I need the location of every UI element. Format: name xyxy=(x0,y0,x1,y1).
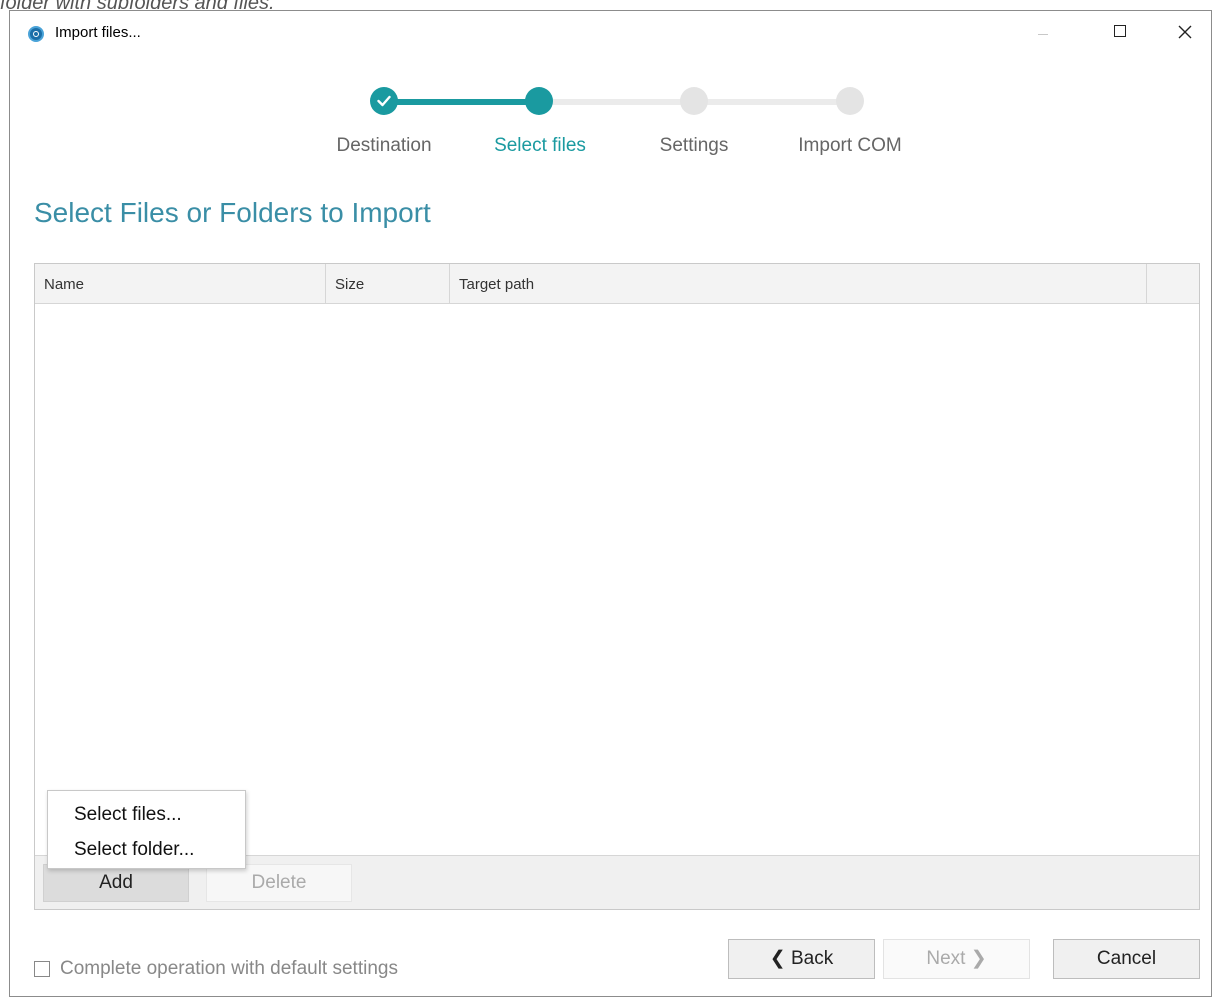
title-bar: Import files... xyxy=(10,11,1211,57)
app-logo-icon xyxy=(28,26,44,42)
step-settings-label: Settings xyxy=(659,135,729,156)
menu-item-select-folder[interactable]: Select folder... xyxy=(74,839,194,861)
default-settings-label[interactable]: Complete operation with default settings xyxy=(60,958,398,980)
column-header-name[interactable]: Name xyxy=(35,264,326,303)
delete-button[interactable]: Delete xyxy=(206,864,352,902)
back-label: Back xyxy=(790,948,834,969)
table-header: Name Size Target path xyxy=(35,264,1199,304)
step-select-files-dot xyxy=(525,87,553,115)
cancel-button[interactable]: Cancel xyxy=(1053,939,1200,979)
add-dropdown-menu: Select files... Select folder... xyxy=(47,790,246,869)
step-import-com-dot xyxy=(836,87,864,115)
next-button[interactable]: Next ❯ xyxy=(883,939,1030,979)
chevron-left-icon: ❮ xyxy=(769,948,791,969)
progress-line-complete xyxy=(390,99,540,105)
column-header-extra[interactable] xyxy=(1147,264,1200,303)
column-name-label: Name xyxy=(44,276,85,293)
column-header-target-path[interactable]: Target path xyxy=(450,264,1147,303)
import-files-window: Import files... Destination Select files… xyxy=(9,10,1212,997)
chevron-right-icon: ❯ xyxy=(965,948,987,969)
minimize-icon[interactable] xyxy=(1020,11,1066,57)
wizard-stepper: Destination Select files Settings Import… xyxy=(10,81,1213,171)
menu-item-select-files[interactable]: Select files... xyxy=(74,804,182,826)
close-icon[interactable] xyxy=(1162,11,1208,57)
column-target-path-label: Target path xyxy=(459,276,535,293)
step-settings-dot xyxy=(680,87,708,115)
step-destination-dot xyxy=(370,87,398,115)
column-header-size[interactable]: Size xyxy=(326,264,450,303)
maximize-icon[interactable] xyxy=(1098,11,1144,57)
default-settings-checkbox[interactable] xyxy=(34,961,50,977)
add-button[interactable]: Add xyxy=(43,864,189,902)
back-button[interactable]: ❮ Back xyxy=(728,939,875,979)
step-select-files-label: Select files xyxy=(494,135,586,156)
step-destination-label: Destination xyxy=(336,135,432,156)
column-size-label: Size xyxy=(335,276,365,293)
page-title: Select Files or Folders to Import xyxy=(34,197,431,228)
window-title: Import files... xyxy=(55,24,141,41)
next-label: Next xyxy=(926,948,966,969)
checkmark-icon xyxy=(377,95,391,107)
step-import-com-label: Import COM xyxy=(798,135,902,156)
